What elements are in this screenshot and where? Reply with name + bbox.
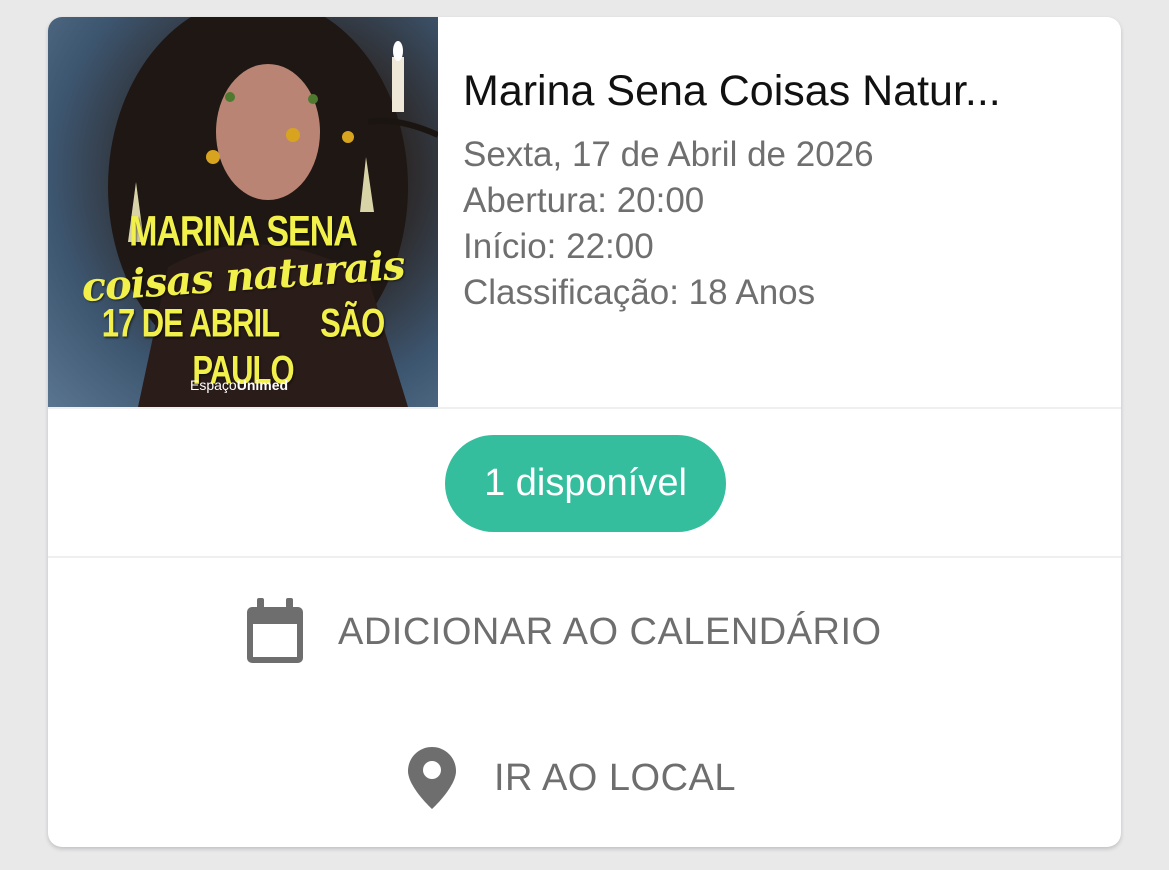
add-to-calendar-label: ADICIONAR AO CALENDÁRIO xyxy=(338,610,882,653)
poster-venue-name: Unimed xyxy=(236,377,289,393)
availability-section: 1 disponível xyxy=(48,409,1121,556)
map-pin-icon xyxy=(408,747,456,809)
event-card: MARINA SENA coisas naturais 17 DE ABRIL … xyxy=(48,17,1121,847)
poster-event-date: 17 DE ABRIL xyxy=(101,300,280,346)
event-opening-time: Abertura: 20:00 xyxy=(463,181,705,220)
add-to-calendar-button[interactable]: ADICIONAR AO CALENDÁRIO xyxy=(244,587,882,677)
event-title: Marina Sena Coisas Natur... xyxy=(463,67,1001,115)
divider xyxy=(48,556,1121,558)
go-to-location-button[interactable]: IR AO LOCAL xyxy=(408,733,736,823)
calendar-icon xyxy=(247,598,303,663)
poster-venue-prefix: Espaço xyxy=(190,377,237,393)
event-header[interactable]: MARINA SENA coisas naturais 17 DE ABRIL … xyxy=(48,17,1121,407)
poster-venue-logo: EspaçoUnimed xyxy=(190,377,288,393)
availability-button[interactable]: 1 disponível xyxy=(445,435,726,532)
event-age-rating: Classificação: 18 Anos xyxy=(463,273,816,312)
event-info: Marina Sena Coisas Natur... Sexta, 17 de… xyxy=(463,67,1103,316)
go-to-location-label: IR AO LOCAL xyxy=(494,756,737,799)
event-date: Sexta, 17 de Abril de 2026 xyxy=(463,135,874,174)
event-poster: MARINA SENA coisas naturais 17 DE ABRIL … xyxy=(48,17,438,407)
event-start-time: Início: 22:00 xyxy=(463,227,654,266)
